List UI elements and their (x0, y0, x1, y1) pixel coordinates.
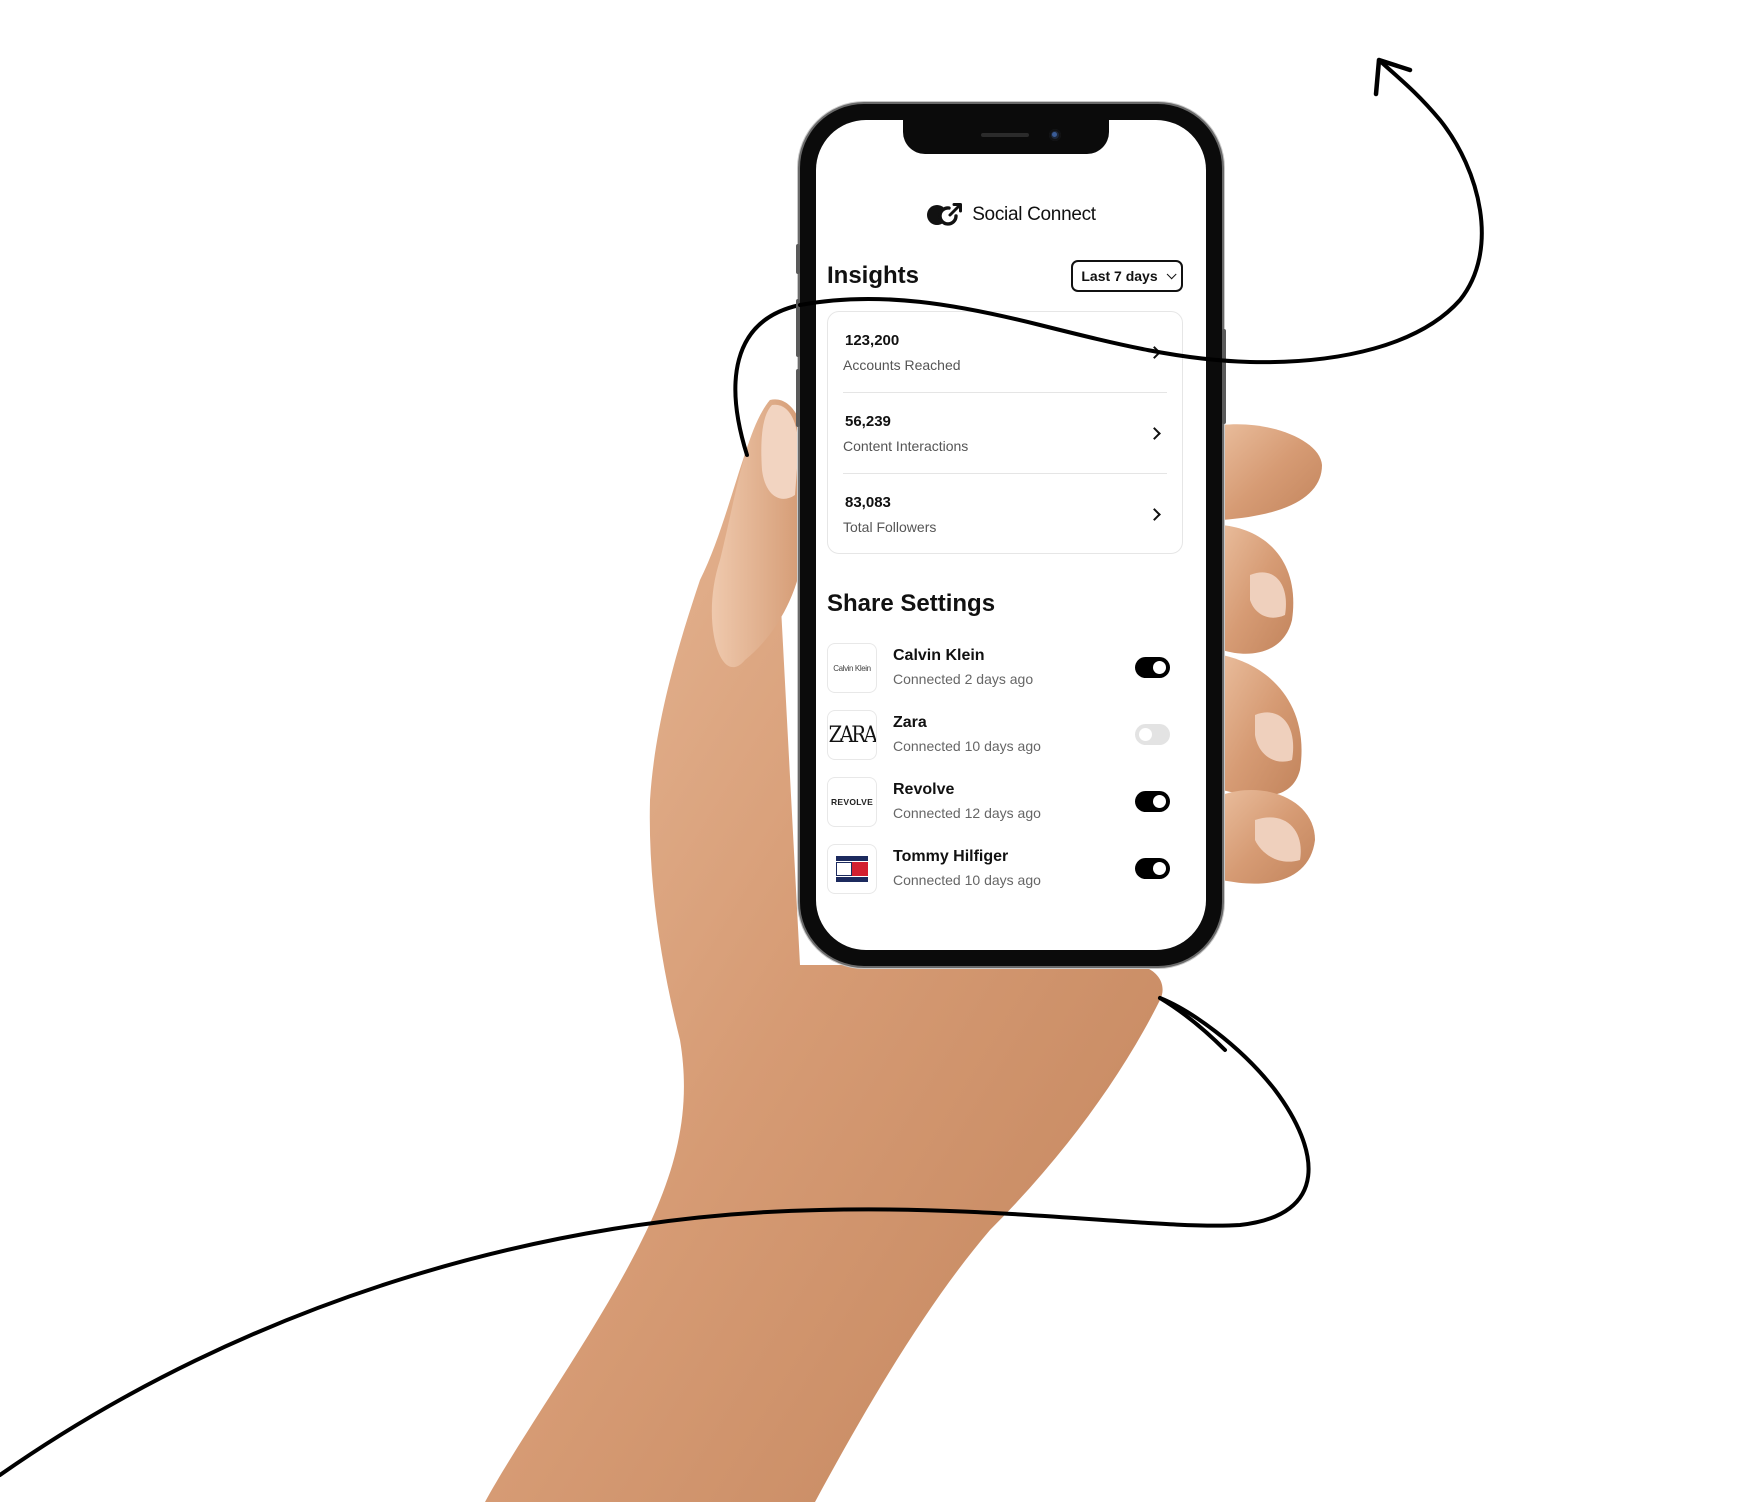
account-name: Revolve (893, 781, 955, 798)
phone-silent-switch (796, 244, 800, 274)
logo-text: REVOLVE (830, 797, 874, 807)
account-row-calvin-klein: Calvin Klein Calvin Klein Connected 2 da… (827, 643, 1183, 697)
toggle-knob (1153, 795, 1166, 808)
share-toggle-tommy-hilfiger[interactable] (1135, 858, 1170, 879)
account-status: Connected 2 days ago (893, 671, 1034, 687)
insights-card: 123,200 Accounts Reached 56,239 Content … (827, 311, 1183, 554)
share-settings-title: Share Settings (827, 590, 996, 617)
front-camera (1049, 129, 1061, 141)
metric-label: Accounts Reached (843, 357, 961, 373)
phone-screen: Social Connect Insights Last 7 days 123,… (816, 120, 1206, 950)
share-toggle-zara[interactable] (1135, 724, 1170, 745)
share-toggle-revolve[interactable] (1135, 791, 1170, 812)
toggle-knob (1139, 728, 1152, 741)
revolve-logo: REVOLVE (827, 777, 877, 827)
zara-logo: ZARA (827, 710, 877, 760)
metric-label: Content Interactions (843, 438, 969, 454)
social-connect-logo-icon (926, 202, 964, 228)
toggle-knob (1153, 661, 1166, 674)
metric-row-accounts-reached[interactable]: 123,200 Accounts Reached (843, 312, 1167, 393)
account-status: Connected 10 days ago (893, 872, 1041, 888)
insights-title: Insights (827, 262, 920, 289)
phone-volume-up (796, 299, 800, 357)
metric-row-total-followers[interactable]: 83,083 Total Followers (843, 473, 1167, 555)
date-range-dropdown[interactable]: Last 7 days (1071, 260, 1183, 292)
account-row-revolve: REVOLVE Revolve Connected 12 days ago (827, 777, 1183, 831)
hand-finger-1 (1222, 424, 1322, 520)
date-range-value: Last 7 days (1081, 268, 1158, 284)
metric-label: Total Followers (843, 519, 937, 535)
account-name: Zara (893, 714, 927, 731)
account-status: Connected 12 days ago (893, 805, 1041, 821)
phone-volume-down (796, 369, 800, 427)
metric-value: 56,239 (845, 413, 891, 430)
chevron-right-icon (1148, 346, 1161, 359)
account-name: Tommy Hilfiger (893, 848, 1009, 865)
chevron-right-icon (1148, 508, 1161, 521)
chevron-right-icon (1148, 427, 1161, 440)
app-name: Social Connect (972, 204, 1096, 225)
chevron-down-icon (1166, 268, 1177, 279)
app-header: Social Connect (816, 202, 1206, 228)
toggle-knob (1153, 862, 1166, 875)
phone-device: Social Connect Insights Last 7 days 123,… (796, 104, 1226, 966)
logo-text: Calvin Klein (833, 663, 871, 673)
metric-value: 123,200 (845, 332, 900, 349)
account-row-tommy-hilfiger: Tommy Hilfiger Connected 10 days ago (827, 844, 1183, 898)
speaker-grille (981, 133, 1029, 137)
phone-power-button (1222, 329, 1226, 424)
account-row-zara: ZARA Zara Connected 10 days ago (827, 710, 1183, 764)
phone-notch (903, 120, 1109, 154)
share-toggle-calvin-klein[interactable] (1135, 657, 1170, 678)
tommy-hilfiger-flag-icon (836, 856, 868, 882)
account-name: Calvin Klein (893, 647, 985, 664)
metric-row-content-interactions[interactable]: 56,239 Content Interactions (843, 392, 1167, 474)
account-status: Connected 10 days ago (893, 738, 1041, 754)
metric-value: 83,083 (845, 494, 891, 511)
calvin-klein-logo: Calvin Klein (827, 643, 877, 693)
tommy-hilfiger-logo (827, 844, 877, 894)
thumb-nail (761, 404, 799, 499)
logo-text: ZARA (828, 722, 876, 748)
